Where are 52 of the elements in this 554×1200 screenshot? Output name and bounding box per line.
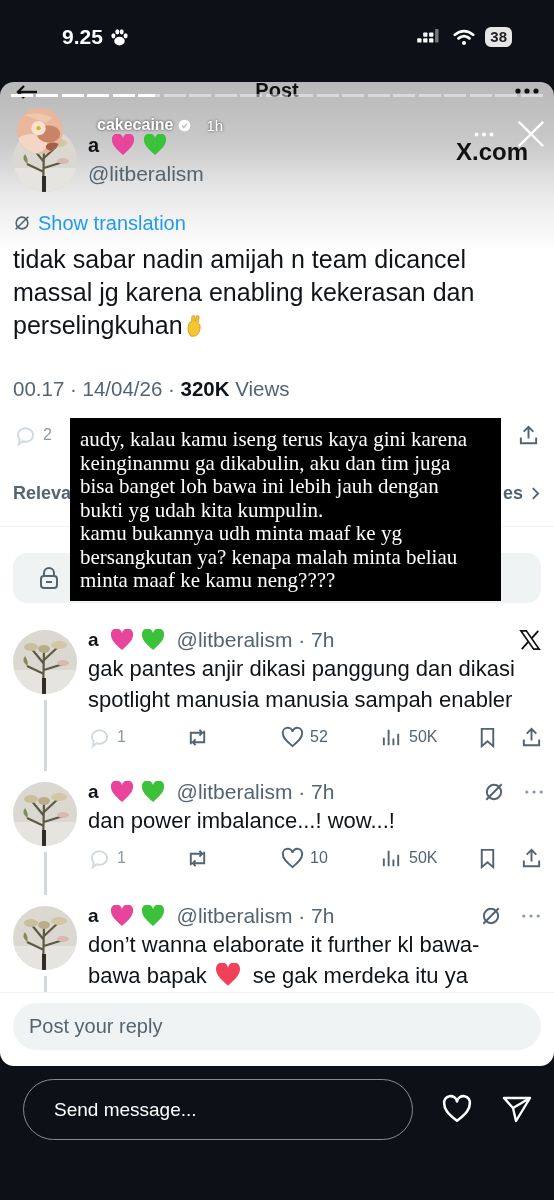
share-icon[interactable] bbox=[520, 725, 543, 749]
paw-icon bbox=[108, 26, 130, 48]
views-count: 50K bbox=[409, 728, 438, 746]
message-field[interactable]: Send message... bbox=[23, 1079, 413, 1140]
caption-text: audy, kalau kamu iseng terus kaya gini karena keinginanmu ga dikabulin, aku dan tim juga bisa banget loh bawa ini lebih jauh dengan bukti yg udah kita kumpulin. kamu bukannya udh minta maaf ke yg bersangkutan ya? kenapa malah minta beliau minta maaf ke kamu neng???? bbox=[70, 418, 501, 601]
like-icon[interactable] bbox=[281, 725, 304, 749]
like-count: 52 bbox=[310, 728, 328, 746]
heart-icon bbox=[214, 963, 241, 987]
source-label: X.com bbox=[455, 138, 528, 166]
display-name: a bbox=[88, 133, 100, 157]
display-name: a bbox=[88, 905, 99, 927]
sort-label[interactable]: es bbox=[502, 482, 523, 504]
send-icon[interactable] bbox=[501, 1094, 533, 1124]
reply-count: 2 bbox=[43, 426, 52, 444]
share-icon[interactable] bbox=[520, 846, 543, 870]
thread-line bbox=[44, 700, 47, 771]
battery-indicator: 38 bbox=[485, 27, 512, 47]
reply-text: dan power imbalance...! wow...! bbox=[88, 808, 395, 833]
translate-icon bbox=[13, 214, 31, 232]
share-icon[interactable] bbox=[517, 423, 540, 447]
display-name: a bbox=[88, 629, 99, 651]
views-count: 50K bbox=[409, 849, 438, 867]
back-arrow-icon[interactable] bbox=[15, 84, 39, 100]
user-handle: @litberalism · 7h bbox=[176, 628, 335, 652]
story-age: 1h bbox=[206, 116, 224, 134]
reply-text: bawa bapak bbox=[88, 963, 207, 988]
thread-line bbox=[44, 852, 47, 895]
post-text: perselingkuhan bbox=[13, 311, 183, 339]
like-count: 10 bbox=[310, 849, 328, 867]
user-handle: @litberalism bbox=[88, 162, 204, 186]
lock-icon bbox=[39, 566, 59, 590]
reply-text: gak pantes anjir dikasi panggung dan dikasi spotlight manusia manusia sampah enabler bbox=[88, 656, 515, 712]
slashed-circle-icon[interactable] bbox=[480, 905, 502, 927]
post-meta: 00.17 · 14/04/26 · 320K Views bbox=[12, 376, 291, 402]
reply-text: se gak merdeka itu ya bbox=[252, 963, 468, 988]
reply-count: 1 bbox=[117, 849, 126, 867]
display-name: a bbox=[88, 781, 99, 803]
page-title: Post bbox=[255, 82, 299, 101]
more-icon[interactable] bbox=[515, 88, 539, 94]
like-icon[interactable] bbox=[281, 846, 304, 870]
user-handle: @litberalism · 7h bbox=[176, 780, 335, 804]
hand-icon bbox=[184, 314, 204, 338]
chevron-icon bbox=[531, 485, 540, 501]
sort-label[interactable]: Releva bbox=[13, 482, 72, 504]
reply-field[interactable]: Post your reply bbox=[13, 1003, 541, 1050]
status-time: 9.25 bbox=[62, 25, 103, 49]
like-icon[interactable] bbox=[441, 1094, 473, 1124]
user-handle: @litberalism · 7h bbox=[176, 904, 335, 928]
wifi-icon bbox=[453, 28, 476, 46]
reply-text: don’t wanna elaborate it further kl bawa- bbox=[88, 931, 481, 959]
reply-count: 1 bbox=[117, 728, 126, 746]
slashed-circle-icon[interactable] bbox=[483, 781, 505, 803]
